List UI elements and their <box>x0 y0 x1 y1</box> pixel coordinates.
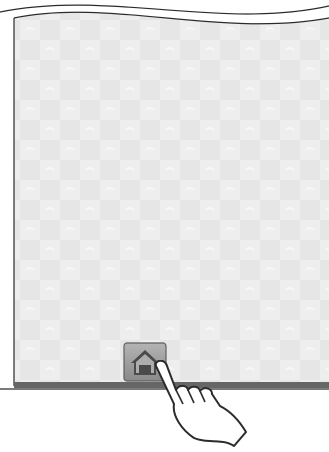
device-illustration <box>0 0 329 452</box>
pointing-hand-icon <box>154 360 247 447</box>
